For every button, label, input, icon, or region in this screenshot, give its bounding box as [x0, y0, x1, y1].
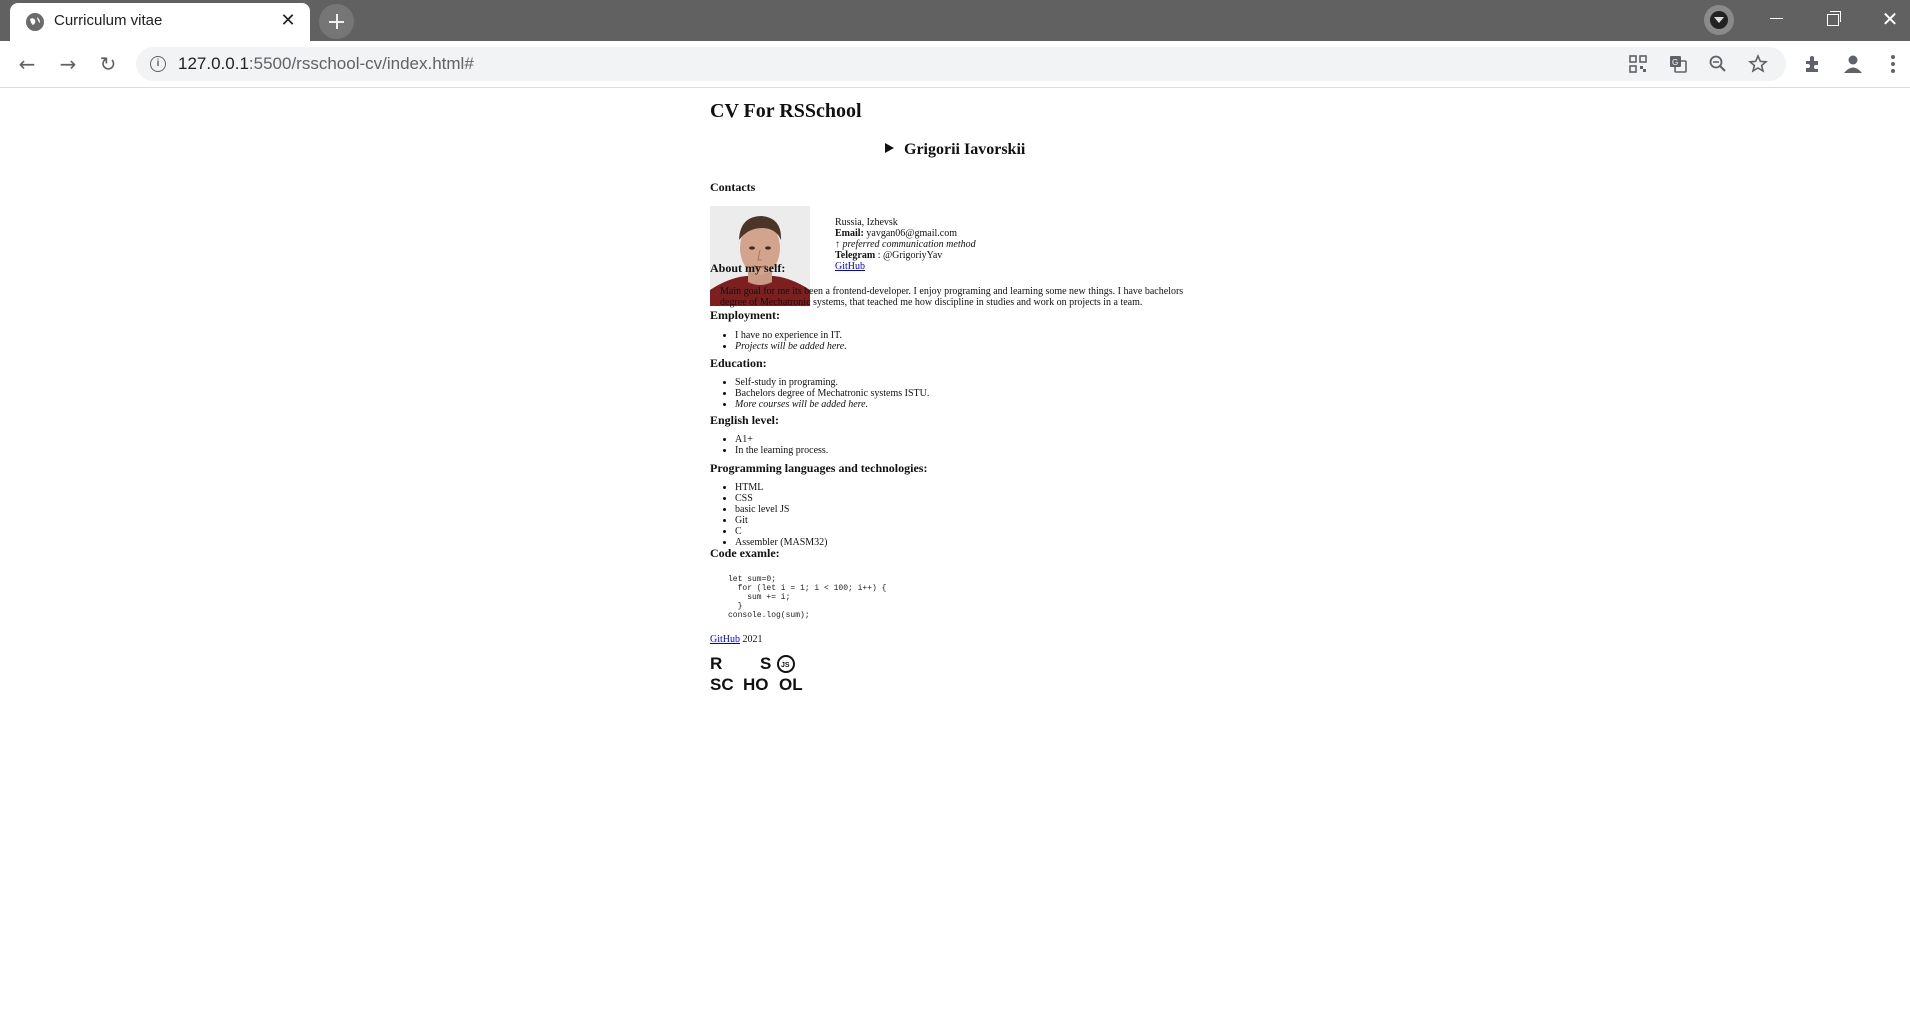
telegram-row: Telegram : @GrigoriyYav — [835, 250, 976, 261]
logo-letter: SC — [710, 675, 734, 694]
github-link[interactable]: GitHub — [835, 261, 865, 272]
list-item: Projects will be added here. — [735, 341, 847, 352]
list-item: Bachelors degree of Mechatronic systems … — [735, 388, 929, 399]
contacts-heading: Contacts — [710, 180, 756, 194]
extensions-icon[interactable] — [1802, 53, 1824, 75]
list-item: Git — [735, 515, 828, 526]
education-heading: Education: — [710, 356, 767, 370]
bookmark-star-icon[interactable] — [1748, 54, 1768, 74]
restore-button[interactable] — [1818, 6, 1848, 32]
list-item: More courses will be added here. — [735, 399, 929, 410]
email-note: ↑ preferred communication method — [835, 239, 976, 250]
new-tab-button[interactable] — [319, 4, 354, 39]
rsschool-logo[interactable]: R S JS SC HO OL — [710, 654, 810, 696]
employment-list: I have no experience in IT. Projects wil… — [710, 330, 847, 352]
list-item: Self-study in programing. — [735, 377, 929, 388]
english-list: A1+ In the learning process. — [710, 434, 828, 456]
education-note: More courses will be added here. — [735, 399, 869, 410]
list-item: I have no experience in IT. — [735, 330, 847, 341]
code-example: let sum=0; for (let i = 1; i < 100; i++)… — [728, 575, 887, 620]
footer-year: 2021 — [740, 634, 763, 645]
minimize-button[interactable] — [1762, 6, 1792, 32]
footer-github-link[interactable]: GitHub — [710, 634, 740, 645]
name-summary-toggle[interactable]: Grigorii Iavorskii — [885, 141, 1025, 159]
back-button[interactable]: ← — [13, 50, 41, 78]
email-value: yavgan06@gmail.com — [866, 228, 957, 239]
list-item: basic level JS — [735, 504, 828, 515]
url-text[interactable]: 127.0.0.1:5500/rsschool-cv/index.html# — [178, 54, 474, 74]
logo-letter: HO — [743, 675, 769, 694]
translate-icon[interactable]: G — [1668, 54, 1688, 74]
zoom-out-icon[interactable] — [1708, 54, 1728, 74]
location: Russia, Izhevsk — [835, 217, 898, 228]
disclosure-triangle-icon — [885, 143, 894, 153]
telegram-value: : @GrigoriyYav — [875, 250, 943, 261]
email-label: Email: — [835, 228, 864, 239]
forward-button[interactable]: → — [54, 50, 82, 78]
logo-letter: R — [710, 654, 722, 673]
about-heading: About my self: — [710, 261, 786, 275]
url-host: 127.0.0.1 — [178, 54, 249, 73]
account-icon[interactable] — [1842, 53, 1864, 75]
close-window-button[interactable]: ✕ — [1875, 6, 1905, 32]
employment-note: Projects will be added here. — [735, 341, 847, 352]
email-note-text: ↑ preferred communication method — [835, 239, 976, 250]
site-info-icon[interactable]: i — [150, 56, 166, 72]
logo-letter: S — [760, 654, 771, 673]
code-heading: Code examle: — [710, 546, 780, 560]
full-name: Grigorii Iavorskii — [904, 141, 1026, 158]
list-item: In the learning process. — [735, 445, 828, 456]
about-text: Main goal for me its been a frontend-dev… — [720, 286, 1184, 308]
list-item: A1+ — [735, 434, 828, 445]
employment-heading: Employment: — [710, 308, 780, 322]
logo-letter: OL — [779, 675, 803, 694]
browser-toolbar: ← → ↻ i 127.0.0.1:5500/rsschool-cv/index… — [0, 41, 1910, 88]
address-bar[interactable]: i 127.0.0.1:5500/rsschool-cv/index.html#… — [136, 47, 1786, 81]
page-title: CV For RSSchool — [710, 100, 862, 122]
list-item: HTML — [735, 482, 828, 493]
tech-list: HTML CSS basic level JS Git C Assembler … — [710, 482, 828, 548]
footer: GitHub 2021 — [710, 634, 763, 645]
svg-text:G: G — [1672, 58, 1678, 67]
logo-js: JS — [781, 662, 790, 669]
tab-strip: Curriculum vitae ✕ ✕ — [0, 0, 1910, 41]
list-item: CSS — [735, 493, 828, 504]
tab-search-icon[interactable] — [1704, 5, 1734, 35]
education-list: Self-study in programing. Bachelors degr… — [710, 377, 929, 410]
list-item: C — [735, 526, 828, 537]
close-tab-icon[interactable]: ✕ — [278, 11, 298, 31]
tech-heading: Programming languages and technologies: — [710, 461, 928, 475]
contacts-block: Russia, Izhevsk Email: yavgan06@gmail.co… — [835, 217, 976, 272]
qr-code-icon[interactable] — [1628, 54, 1648, 74]
tab-title: Curriculum vitae — [54, 12, 163, 29]
url-path: :5500/rsschool-cv/index.html# — [248, 54, 474, 73]
reload-button[interactable]: ↻ — [94, 50, 122, 78]
globe-icon — [26, 13, 44, 31]
english-heading: English level: — [710, 413, 780, 427]
more-menu-icon[interactable] — [1882, 53, 1904, 75]
browser-tab[interactable]: Curriculum vitae ✕ — [10, 3, 310, 41]
telegram-label: Telegram — [835, 250, 876, 261]
email-row: Email: yavgan06@gmail.com — [835, 228, 976, 239]
